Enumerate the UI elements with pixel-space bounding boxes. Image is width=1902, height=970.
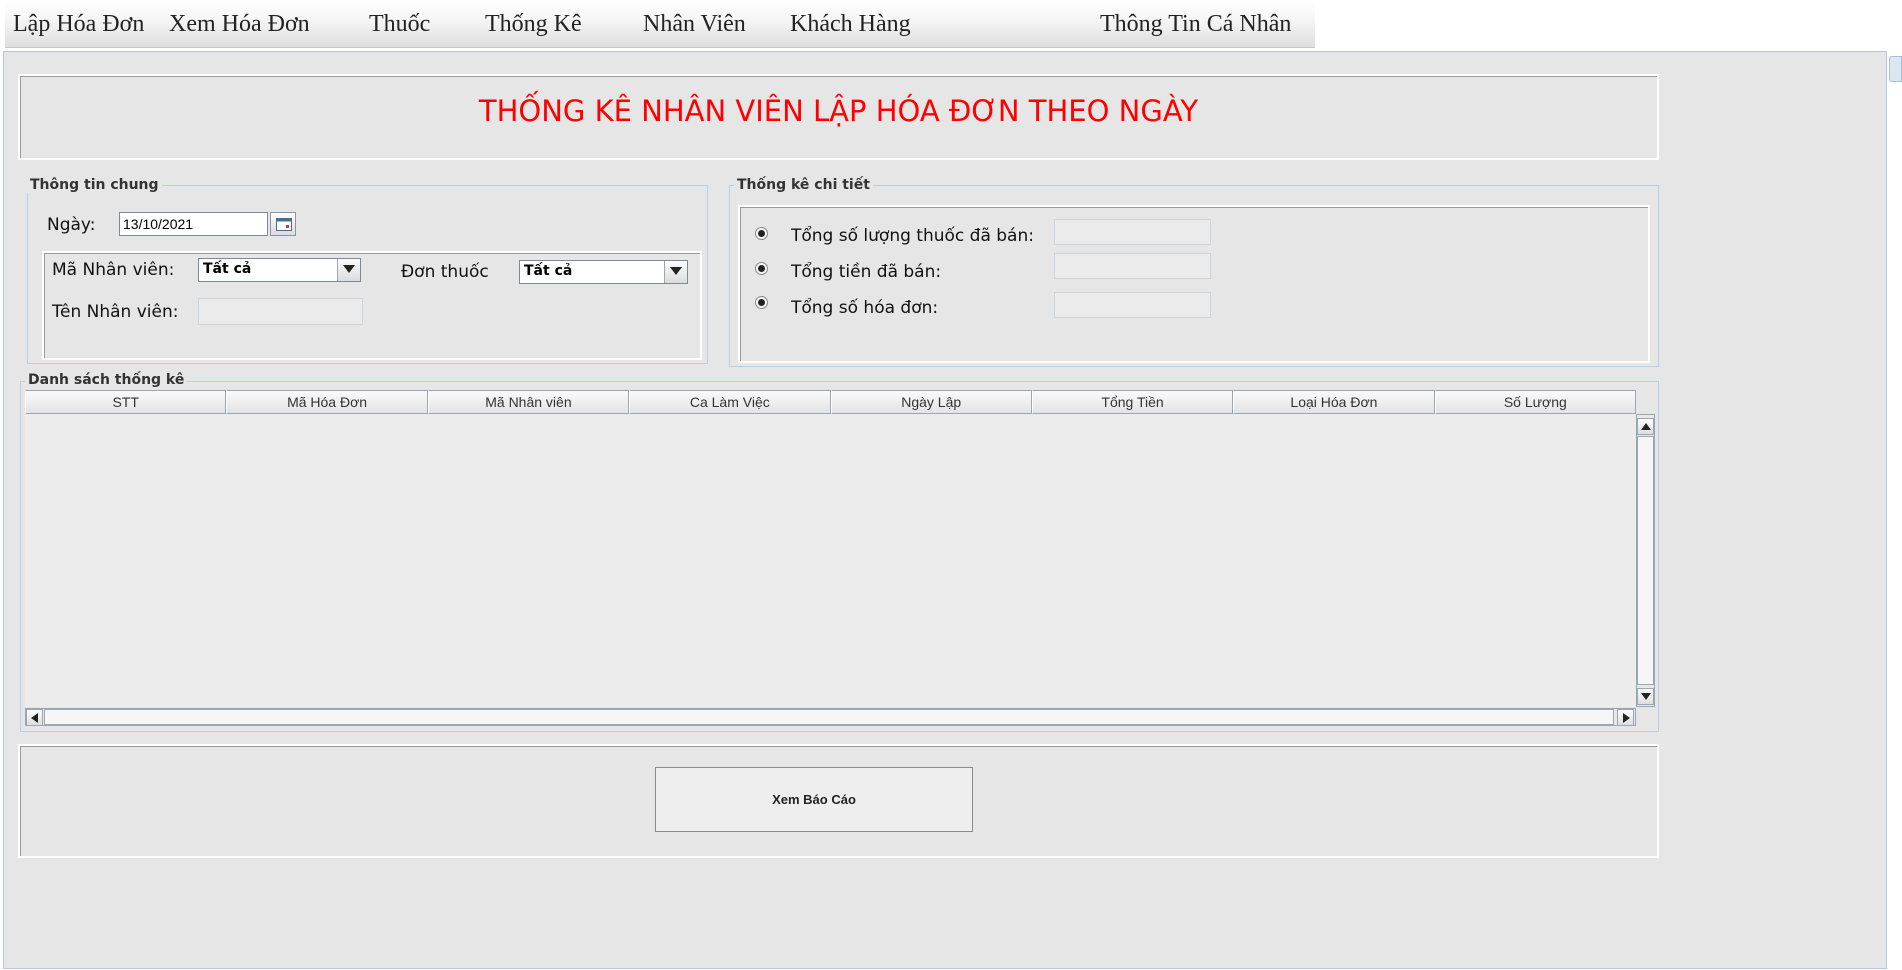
radio-total-quantity[interactable]: [755, 227, 768, 240]
employee-name-field[interactable]: [198, 298, 363, 325]
column-header-employee-id[interactable]: Mã Nhân viên: [427, 390, 630, 414]
menu-thong-tin-ca-nhan[interactable]: Thông Tin Cá Nhân: [1100, 11, 1291, 38]
date-input[interactable]: 13/10/2021: [119, 212, 268, 236]
detail-stats-title: Thống kê chi tiết: [734, 177, 873, 193]
employee-id-select[interactable]: Tất cả: [198, 258, 361, 282]
chevron-down-icon[interactable]: [337, 259, 360, 281]
total-quantity-label: Tổng số lượng thuốc đã bán:: [791, 226, 1034, 246]
horizontal-scrollbar[interactable]: [25, 708, 1636, 726]
vertical-scrollbar[interactable]: [1636, 414, 1655, 707]
employee-id-value: Tất cả: [203, 261, 252, 277]
date-label: Ngày:: [47, 215, 96, 235]
total-revenue-field[interactable]: [1054, 253, 1211, 279]
window-edge-handle[interactable]: [1889, 56, 1902, 82]
date-picker-button[interactable]: [270, 212, 296, 236]
menu-thuoc[interactable]: Thuốc: [369, 11, 430, 38]
column-header-shift[interactable]: Ca Làm Việc: [629, 390, 831, 414]
total-revenue-label: Tổng tiền đã bán:: [791, 262, 942, 282]
total-quantity-field[interactable]: [1054, 219, 1211, 245]
radio-total-revenue[interactable]: [755, 262, 768, 275]
total-invoices-field[interactable]: [1054, 292, 1211, 318]
view-report-button[interactable]: Xem Báo Cáo: [655, 767, 973, 832]
menu-thong-ke[interactable]: Thống Kê: [485, 11, 582, 38]
arrow-up-icon[interactable]: [1637, 418, 1654, 435]
column-header-quantity[interactable]: Số Lượng: [1434, 390, 1636, 414]
table-body[interactable]: [25, 414, 1636, 707]
arrow-left-icon[interactable]: [26, 709, 43, 726]
table-header: STT Mã Hóa Đơn Mã Nhân viên Ca Làm Việc …: [25, 390, 1636, 414]
column-header-invoice-type[interactable]: Loại Hóa Đơn: [1233, 390, 1435, 414]
radio-total-invoices[interactable]: [755, 296, 768, 309]
menu-bar: Lập Hóa Đơn Xem Hóa Đơn Thuốc Thống Kê N…: [5, 1, 1315, 48]
general-info-title: Thông tin chung: [27, 177, 162, 193]
arrow-right-icon[interactable]: [1617, 709, 1634, 726]
menu-nhan-vien[interactable]: Nhân Viên: [643, 11, 746, 38]
order-label: Đơn thuốc: [401, 262, 489, 282]
arrow-down-icon[interactable]: [1637, 688, 1654, 705]
column-header-invoice-id[interactable]: Mã Hóa Đơn: [226, 390, 428, 414]
column-header-total[interactable]: Tổng Tiền: [1031, 390, 1234, 414]
order-value: Tất cả: [524, 263, 573, 279]
menu-khach-hang[interactable]: Khách Hàng: [790, 11, 911, 38]
column-header-stt[interactable]: STT: [25, 390, 227, 414]
horizontal-scroll-thumb[interactable]: [44, 709, 1614, 725]
employee-name-label: Tên Nhân viên:: [52, 302, 179, 322]
page-title: THỐNG KÊ NHÂN VIÊN LẬP HÓA ĐƠN THEO NGÀY: [478, 94, 1199, 128]
total-invoices-label: Tổng số hóa đơn:: [791, 298, 939, 318]
vertical-scroll-thumb[interactable]: [1637, 436, 1654, 685]
order-select[interactable]: Tất cả: [519, 260, 688, 284]
title-panel: THỐNG KÊ NHÂN VIÊN LẬP HÓA ĐƠN THEO NGÀY: [18, 74, 1659, 160]
stats-table-title: Danh sách thống kê: [25, 372, 188, 388]
menu-xem-hoa-don[interactable]: Xem Hóa Đơn: [169, 11, 310, 38]
employee-id-label: Mã Nhân viên:: [52, 260, 175, 280]
calendar-icon: [276, 218, 292, 231]
menu-lap-hoa-don[interactable]: Lập Hóa Đơn: [13, 11, 144, 38]
window-edge: [1887, 51, 1902, 969]
column-header-created-date[interactable]: Ngày Lập: [830, 390, 1032, 414]
chevron-down-icon[interactable]: [664, 261, 687, 283]
